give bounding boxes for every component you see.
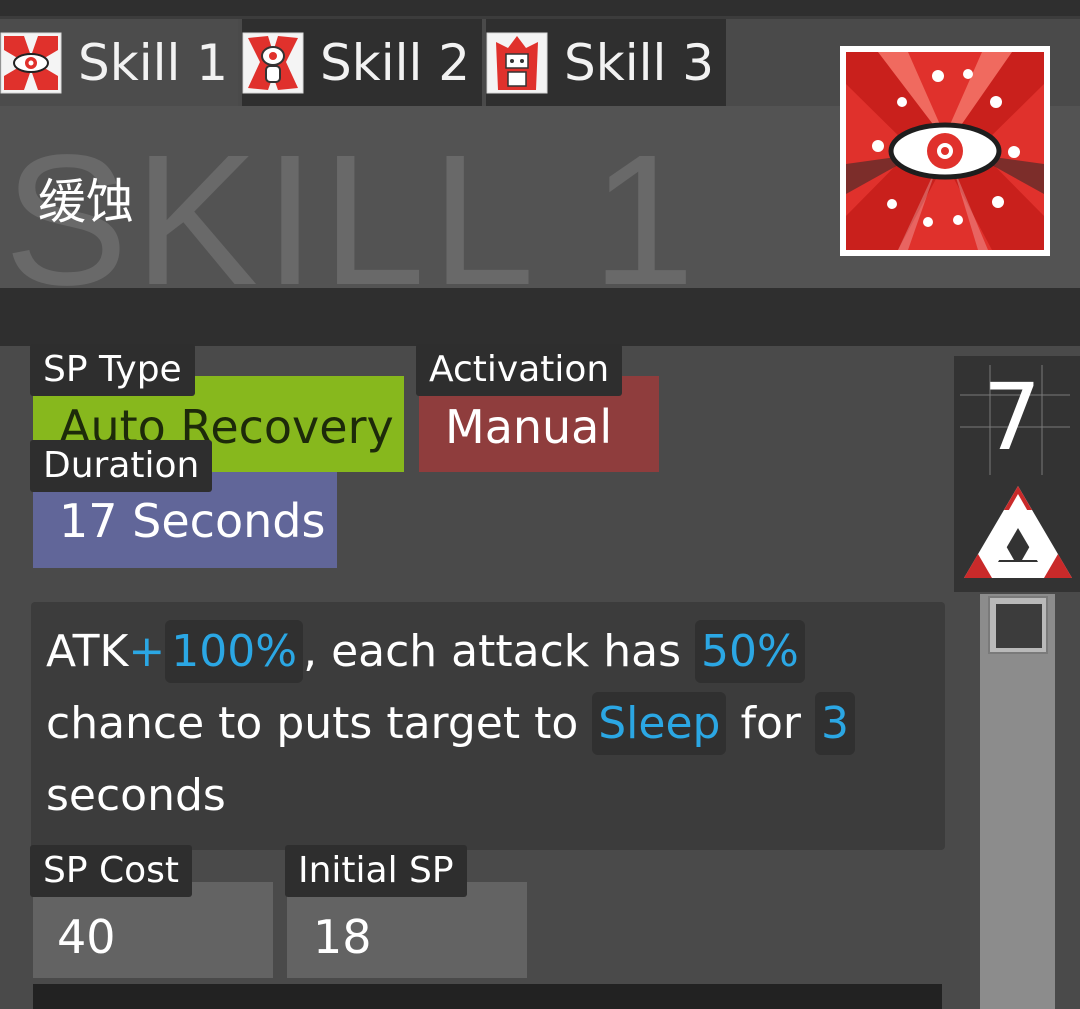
scrollbar-thumb-grip (996, 604, 1042, 648)
atk-bonus-value: 100% (165, 620, 304, 683)
tab-skill-2[interactable]: Skill 2 (242, 19, 482, 106)
sp-type-label: SP Type (30, 344, 195, 396)
skill-level: 7 (982, 364, 1042, 471)
duration-label: Duration (30, 440, 213, 492)
skill-name: 缓蚀 (38, 174, 135, 230)
eye-skill-icon (840, 46, 1050, 256)
tab-label: Skill 3 (564, 33, 715, 92)
tab-label: Skill 2 (320, 33, 471, 92)
shrine-skill-icon (486, 32, 548, 93)
mastery-triangle-icon (964, 486, 1072, 578)
desc-text: for (726, 698, 815, 749)
initial-sp-label: Initial SP (285, 845, 467, 897)
tab-label: Skill 1 (78, 33, 229, 92)
desc-text: ATK (46, 626, 129, 677)
activation-label: Activation (416, 344, 623, 396)
tab-skill-3[interactable]: Skill 3 (486, 19, 726, 106)
desc-plus: + (128, 626, 166, 677)
skill-description: ATK+ 100%, each attack has 50% chance to … (31, 602, 945, 850)
sleep-chance-value: 50% (695, 620, 805, 683)
scrollbar-track[interactable] (980, 594, 1055, 1009)
desc-text: seconds (46, 770, 226, 821)
header-band (0, 288, 1080, 346)
bottom-bar (33, 984, 942, 1009)
desc-text: , each attack has (303, 626, 696, 677)
status-term[interactable]: Sleep (592, 692, 727, 755)
eye-skill-icon (0, 32, 62, 93)
tab-skill-1[interactable]: Skill 1 (0, 19, 238, 106)
sleep-duration-value: 3 (814, 692, 855, 755)
desc-text: chance to puts target to (46, 698, 593, 749)
totem-skill-icon (242, 32, 304, 93)
sp-cost-label: SP Cost (30, 845, 193, 897)
